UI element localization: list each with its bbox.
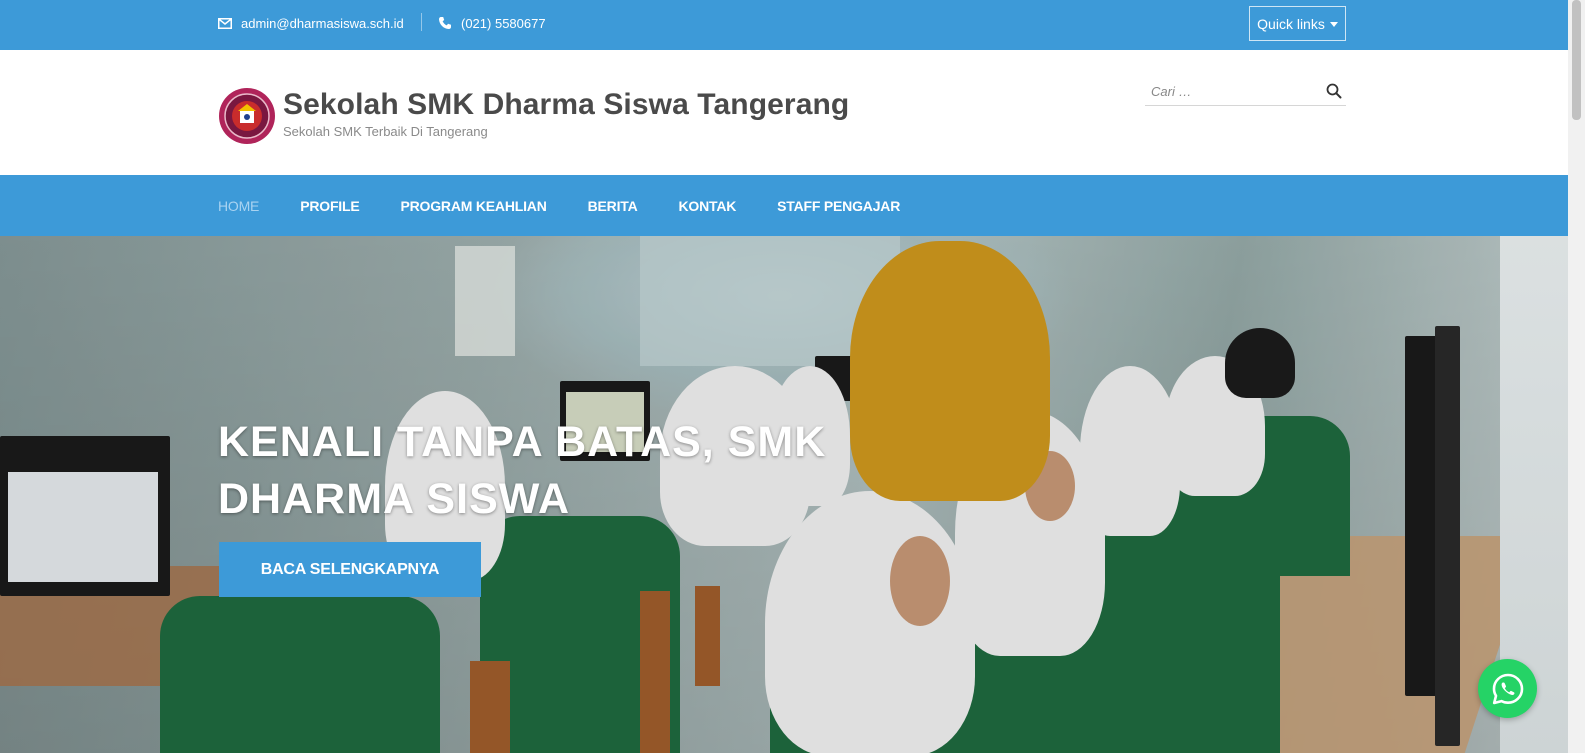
nav-item-staff-pengajar[interactable]: STAFF PENGAJAR xyxy=(777,198,900,214)
quick-links-dropdown[interactable]: Quick links xyxy=(1249,6,1346,41)
contact-email[interactable]: admin@dharmasiswa.sch.id xyxy=(218,14,404,32)
hero-title: KENALI TANPA BATAS, SMK DHARMA SISWA xyxy=(218,418,827,523)
nav-item-profile[interactable]: PROFILE xyxy=(300,198,359,214)
contact-divider xyxy=(421,13,422,31)
nav-item-program-keahlian[interactable]: PROGRAM KEAHLIAN xyxy=(400,198,546,214)
contact-phone[interactable]: (021) 5580677 xyxy=(438,14,546,32)
nav-item-home[interactable]: HOME xyxy=(218,198,259,214)
site-tagline: Sekolah SMK Terbaik Di Tangerang xyxy=(283,124,488,139)
scrollbar[interactable] xyxy=(1568,0,1585,753)
caret-down-icon xyxy=(1329,22,1338,27)
read-more-button[interactable]: BACA SELENGKAPNYA xyxy=(219,542,481,597)
whatsapp-button[interactable] xyxy=(1478,659,1537,718)
search-icon[interactable] xyxy=(1326,83,1342,99)
search-form xyxy=(1145,78,1346,106)
nav-item-kontak[interactable]: KONTAK xyxy=(679,198,737,214)
scrollbar-thumb[interactable] xyxy=(1572,0,1581,120)
top-bar: admin@dharmasiswa.sch.id (021) 5580677 Q… xyxy=(0,0,1585,50)
envelope-icon xyxy=(218,17,232,29)
quick-links-label: Quick links xyxy=(1257,15,1325,32)
site-header: Sekolah SMK Dharma Siswa Tangerang Sekol… xyxy=(0,50,1585,175)
phone-icon xyxy=(439,17,451,29)
email-text[interactable]: admin@dharmasiswa.sch.id xyxy=(241,16,404,31)
hero-slider: KENALI TANPA BATAS, SMK DHARMA SISWA BAC… xyxy=(0,236,1568,753)
school-logo[interactable] xyxy=(218,87,276,145)
main-navigation: HOME PROFILE PROGRAM KEAHLIAN BERITA KON… xyxy=(0,175,1585,236)
phone-text[interactable]: (021) 5580677 xyxy=(461,16,546,31)
site-title[interactable]: Sekolah SMK Dharma Siswa Tangerang xyxy=(283,88,849,122)
whatsapp-icon xyxy=(1492,673,1523,704)
nav-item-berita[interactable]: BERITA xyxy=(588,198,638,214)
search-input[interactable] xyxy=(1145,78,1315,104)
